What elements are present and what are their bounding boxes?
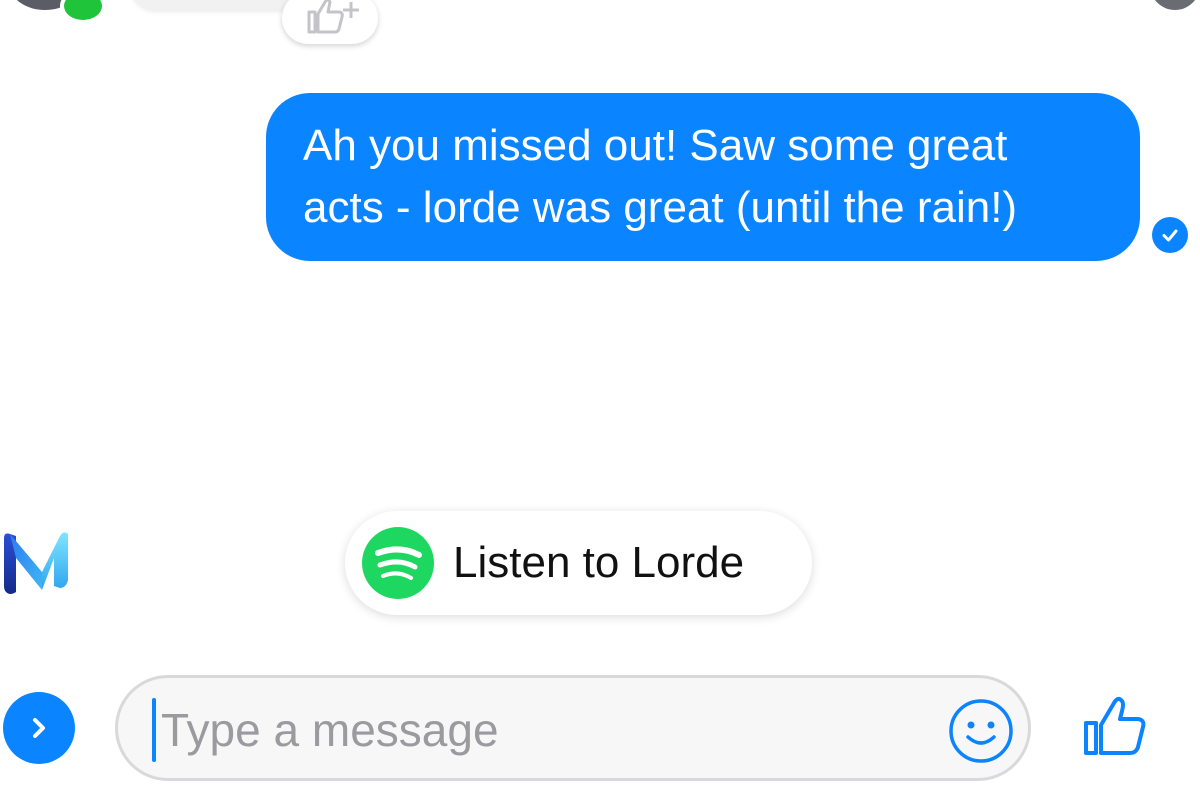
message-input-field[interactable] [115,675,1031,781]
add-reaction-button[interactable] [282,0,378,44]
listen-suggestion-chip[interactable]: Listen to Lorde [345,511,812,615]
message-line: acts - lorde was great (until the rain!) [303,183,1018,232]
m-assistant-icon[interactable] [2,528,70,596]
smiley-icon[interactable] [948,698,1014,764]
chevron-right-icon [33,718,45,738]
outgoing-message-bubble[interactable]: Ah you missed out! Saw some great acts -… [266,93,1140,261]
chat-screen: Ah you missed out! Saw some great acts -… [0,0,1200,800]
thumbs-up-add-icon [307,0,359,34]
thumbs-up-icon[interactable] [1082,693,1148,759]
message-input[interactable] [161,700,921,760]
message-composer [0,650,1200,800]
message-line: Ah you missed out! Saw some great [303,121,1008,170]
spotify-icon [362,527,434,599]
expand-actions-button[interactable] [3,692,75,764]
online-status-dot [60,0,106,24]
check-circle-icon [1152,217,1188,253]
suggestion-label: Listen to Lorde [453,538,745,587]
text-caret [152,698,156,762]
my-avatar [1150,0,1200,10]
